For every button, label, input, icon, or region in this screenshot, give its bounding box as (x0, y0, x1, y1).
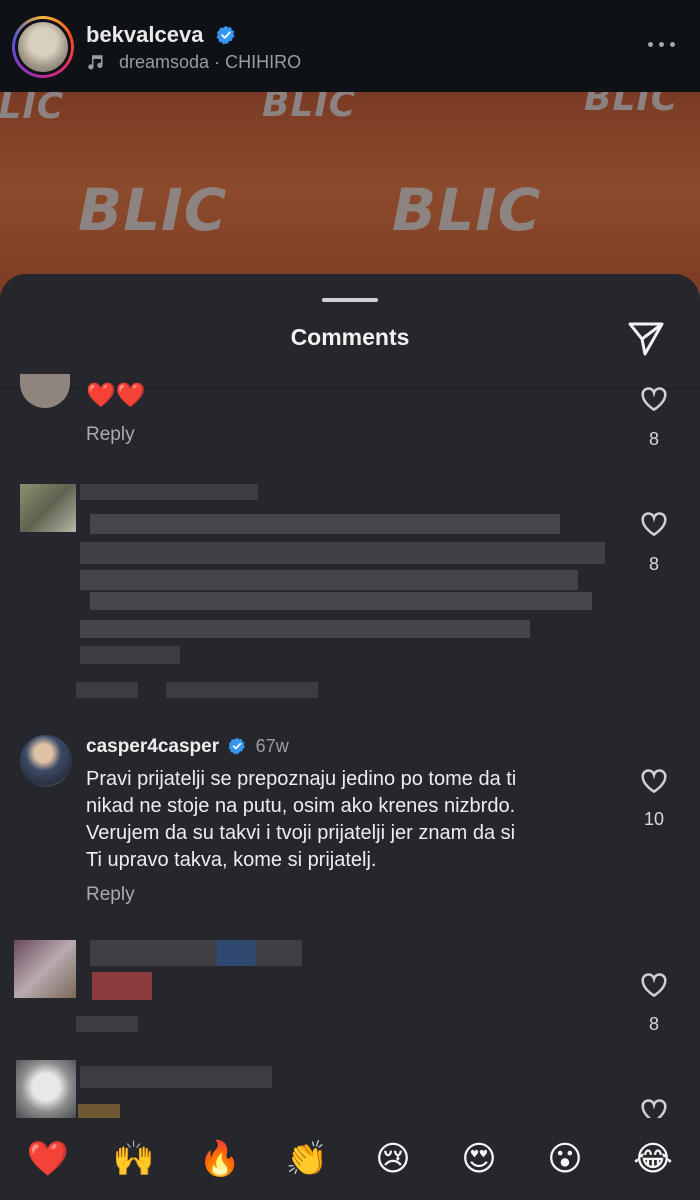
comment-avatar-pixelated[interactable] (14, 940, 76, 998)
watermark: BLIC (78, 176, 228, 244)
verified-badge-icon (228, 737, 246, 755)
comment-username[interactable]: casper4casper (86, 736, 219, 757)
reply-button[interactable]: Reply (86, 884, 135, 906)
watermark: BLIC (392, 176, 542, 244)
like-count: 8 (648, 429, 659, 449)
comment-text-pixelated (92, 972, 152, 1000)
comment-username-pixelated (80, 1066, 272, 1088)
like-count: 8 (648, 1014, 659, 1034)
emoji-fire[interactable]: 🔥 (197, 1138, 243, 1180)
emoji-crying[interactable]: 😢 (370, 1138, 416, 1180)
comment-meta-pixelated (76, 1016, 138, 1032)
heart-outline-icon[interactable] (639, 509, 669, 539)
comment-text-pixelated (80, 620, 530, 638)
post-author-username[interactable]: bekvalceva (86, 22, 203, 47)
heart-outline-icon[interactable] (639, 766, 669, 796)
comment-meta-pixelated (166, 682, 318, 698)
verified-badge-icon (216, 25, 235, 45)
comment-text-pixelated (80, 646, 180, 664)
music-note-icon (88, 55, 103, 70)
comment-username-pixelated (80, 484, 258, 500)
sheet-title: Comments (290, 324, 410, 350)
comment-text: Pravi prijatelji se prepoznaju jedino po… (86, 768, 517, 871)
post-header: bekvalceva dreamsoda · CHIHIRO (0, 0, 700, 92)
comment-username-pixelated (90, 940, 302, 966)
comment-text: ❤️❤️ (86, 381, 146, 409)
author-avatar[interactable] (12, 16, 74, 78)
comment-meta-pixelated (76, 682, 138, 698)
emoji-heart-eyes[interactable]: 😍 (456, 1138, 502, 1180)
comment-text-pixelated (90, 514, 560, 534)
emoji-heart[interactable]: ❤️ (25, 1138, 71, 1180)
emoji-laughing[interactable]: 😂 (630, 1138, 676, 1180)
comment-avatar-pixelated[interactable] (16, 1060, 76, 1120)
comment-text-pixelated (80, 542, 605, 564)
send-icon[interactable] (626, 318, 666, 358)
audio-track-label: dreamsoda · CHIHIRO (119, 52, 302, 72)
emoji-raising-hands[interactable]: 🙌 (111, 1138, 157, 1180)
emoji-surprised[interactable]: 😮 (542, 1138, 588, 1180)
reply-button[interactable]: Reply (86, 424, 135, 446)
avatar-inner (15, 19, 71, 75)
more-dots-icon[interactable] (648, 38, 676, 52)
comment-timestamp: 67w (255, 736, 289, 756)
emoji-clapping[interactable]: 👏 (284, 1138, 330, 1180)
comment-avatar-pixelated[interactable] (20, 484, 76, 532)
like-count: 8 (648, 554, 659, 574)
comment-avatar[interactable] (20, 735, 72, 787)
like-count: 10 (643, 809, 665, 829)
heart-outline-icon[interactable] (639, 384, 669, 414)
comment-author-row[interactable]: casper4casper 67w (86, 736, 289, 758)
watermark: BLIC (584, 92, 679, 119)
avatar-photo (18, 22, 68, 72)
sheet-drag-handle[interactable] (322, 298, 378, 302)
audio-track[interactable]: dreamsoda · CHIHIRO (86, 52, 301, 73)
watermark: BLIC (0, 92, 65, 127)
comment-text-pixelated (90, 592, 592, 610)
heart-outline-icon[interactable] (639, 970, 669, 1000)
emoji-reaction-bar: ❤️ 🙌 🔥 👏 😢 😍 😮 😂 (0, 1118, 700, 1200)
watermark: BLIC (262, 92, 357, 125)
post-author-row[interactable]: bekvalceva (86, 22, 236, 48)
comment-avatar[interactable] (20, 374, 70, 408)
comments-sheet: Comments ❤️❤️ Reply 8 8 casper4casper 67… (0, 274, 700, 1200)
comment-text-pixelated (80, 570, 578, 590)
